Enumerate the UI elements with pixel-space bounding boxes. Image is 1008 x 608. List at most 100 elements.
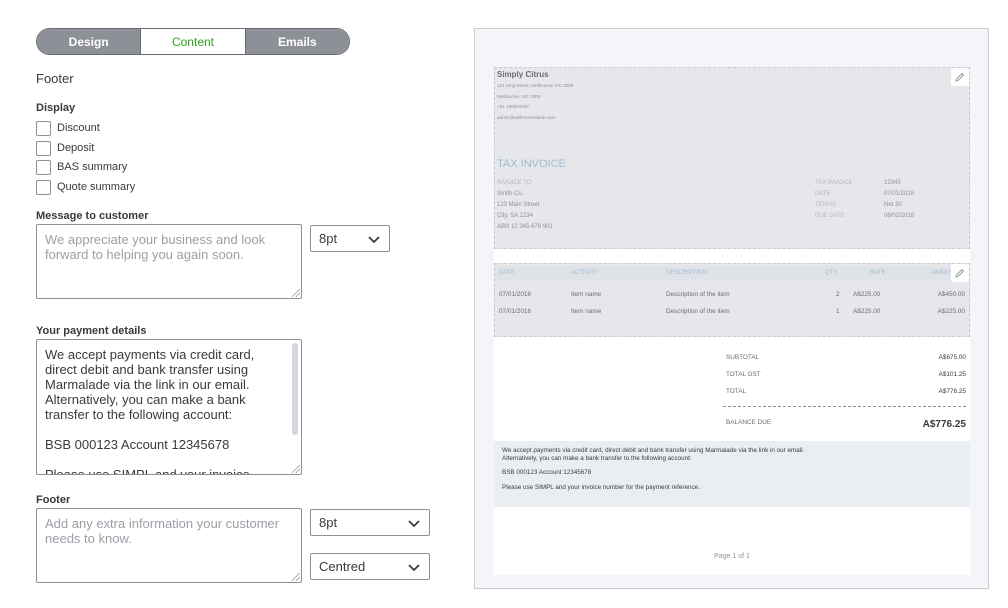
editor-tabs: Design Content Emails bbox=[36, 28, 350, 55]
payment-preview-line: We accept payments via credit card, dire… bbox=[502, 447, 805, 454]
total-row: TOTAL A$776.25 bbox=[726, 388, 966, 395]
bas-summary-label: BAS summary bbox=[57, 161, 128, 173]
invoice-header-block[interactable]: Simply Citrus 121 King Street, Melbourne… bbox=[494, 67, 970, 249]
message-placeholder: We appreciate your business and look for… bbox=[45, 232, 266, 262]
footer-alignment-select[interactable]: Centred bbox=[310, 553, 430, 580]
invoice-page: Simply Citrus 121 King Street, Melbourne… bbox=[494, 67, 970, 575]
payment-details-preview: We accept payments via credit card, dire… bbox=[494, 441, 970, 507]
quote-summary-checkbox[interactable] bbox=[36, 179, 51, 195]
company-email: admin@withmarmalade.com bbox=[497, 115, 556, 120]
payment-preview-line: BSB 000123 Account 12345678 bbox=[502, 469, 592, 476]
meta-value: 06/02/2018 bbox=[884, 213, 915, 219]
row-date: 07/01/2018 bbox=[499, 291, 531, 298]
discount-checkbox[interactable] bbox=[36, 120, 51, 136]
footer-label: Footer bbox=[36, 494, 71, 506]
bas-summary-option[interactable]: BAS summary bbox=[36, 159, 127, 175]
row-qty: 2 bbox=[836, 291, 840, 298]
pencil-icon[interactable] bbox=[951, 264, 969, 282]
line-items-header: DATE ACTIVITY DESCRIPTION QTY RATE AMOU bbox=[495, 266, 969, 280]
deposit-label: Deposit bbox=[57, 142, 95, 154]
subtotal-row: SUBTOTAL A$675.00 bbox=[726, 354, 966, 361]
quote-summary-label: Quote summary bbox=[57, 181, 136, 193]
meta-value: Net 30 bbox=[884, 202, 902, 208]
gst-row: TOTAL GST A$101.25 bbox=[726, 371, 966, 378]
company-name: Simply Citrus bbox=[497, 70, 549, 79]
meta-value: 12345 bbox=[884, 180, 901, 186]
column-header: QTY bbox=[825, 270, 838, 276]
invoice-to-line: Smith Co. bbox=[497, 191, 524, 197]
footer-font-size-value: 8pt bbox=[319, 515, 338, 530]
payment-label: Your payment details bbox=[36, 325, 147, 337]
meta-key: TAX INVOICE bbox=[815, 180, 853, 186]
payment-text-3: Please use SIMPL and your invoice bbox=[45, 467, 250, 475]
footer-textarea[interactable]: Add any extra information your customer … bbox=[36, 508, 302, 583]
section-title: Footer bbox=[36, 71, 74, 86]
row-description: Description of the item bbox=[666, 291, 730, 298]
payment-scrollbar[interactable] bbox=[292, 343, 298, 435]
balance-value: A$776.25 bbox=[922, 419, 966, 430]
meta-key: TERMS bbox=[815, 202, 836, 208]
chevron-down-icon bbox=[408, 520, 420, 528]
column-header: DESCRIPTION bbox=[666, 270, 708, 276]
discount-option[interactable]: Discount bbox=[36, 120, 100, 136]
company-phone: +61 438903797 bbox=[497, 104, 530, 109]
row-activity: Item name bbox=[571, 291, 602, 298]
message-font-size-value: 8pt bbox=[319, 231, 338, 246]
column-header: ACTIVITY bbox=[571, 270, 599, 276]
total-value: A$776.25 bbox=[938, 388, 966, 395]
row-rate: A$225.00 bbox=[853, 291, 881, 298]
resize-handle-icon[interactable] bbox=[292, 465, 300, 473]
chevron-down-icon bbox=[368, 236, 380, 244]
footer-placeholder: Add any extra information your customer … bbox=[45, 516, 280, 546]
row-amount: A$225.00 bbox=[937, 308, 965, 315]
company-address-line: Melbourne, VIC 3000 bbox=[497, 94, 541, 99]
footer-font-size-select[interactable]: 8pt bbox=[310, 509, 430, 536]
deposit-option[interactable]: Deposit bbox=[36, 140, 94, 156]
row-activity: Item name bbox=[571, 308, 602, 315]
payment-preview-line: Alternatively, you can make a bank trans… bbox=[502, 455, 692, 462]
gst-label: TOTAL GST bbox=[726, 371, 761, 378]
balance-label: BALANCE DUE bbox=[726, 419, 772, 426]
payment-text-1: We accept payments via credit card, dire… bbox=[45, 347, 255, 422]
resize-handle-icon[interactable] bbox=[292, 573, 300, 581]
tab-content[interactable]: Content bbox=[140, 29, 246, 54]
page-number: Page 1 of 1 bbox=[714, 553, 750, 560]
total-label: TOTAL bbox=[726, 388, 747, 395]
invoice-to-line: 123 Main Street bbox=[497, 202, 540, 208]
message-font-size-select[interactable]: 8pt bbox=[310, 225, 390, 252]
company-address-line: 121 King Street, Melbourne VIC 3000 bbox=[497, 83, 574, 88]
meta-key: DATE bbox=[815, 191, 831, 197]
message-textarea[interactable]: We appreciate your business and look for… bbox=[36, 224, 302, 299]
bas-summary-checkbox[interactable] bbox=[36, 159, 51, 175]
invoice-to-label: INVOICE TO bbox=[497, 180, 532, 186]
discount-label: Discount bbox=[57, 122, 100, 134]
gst-value: A$101.25 bbox=[938, 371, 966, 378]
column-header: DATE bbox=[499, 270, 515, 276]
column-header: AMOU bbox=[932, 270, 950, 276]
invoice-to-line: City, SA 1234 bbox=[497, 213, 533, 219]
payment-preview-line: Please use SIMPL and your invoice number… bbox=[502, 484, 700, 491]
meta-value: 07/01/2018 bbox=[884, 191, 915, 197]
meta-key: DUE DATE bbox=[815, 213, 845, 219]
tab-design[interactable]: Design bbox=[37, 29, 141, 54]
display-label: Display bbox=[36, 102, 76, 114]
invoice-title: TAX INVOICE bbox=[497, 158, 566, 170]
line-items-block[interactable]: DATE ACTIVITY DESCRIPTION QTY RATE AMOU … bbox=[494, 263, 970, 337]
invoice-preview: Simply Citrus 121 King Street, Melbourne… bbox=[474, 28, 989, 589]
tab-emails[interactable]: Emails bbox=[245, 29, 349, 54]
row-amount: A$450.00 bbox=[937, 291, 965, 298]
subtotal-value: A$675.00 bbox=[938, 354, 966, 361]
subtotal-label: SUBTOTAL bbox=[726, 354, 760, 361]
pencil-icon[interactable] bbox=[951, 68, 969, 86]
payment-textarea[interactable]: We accept payments via credit card, dire… bbox=[36, 339, 302, 475]
invoice-to-line: ABN 12 345 678 901 bbox=[497, 224, 553, 230]
deposit-checkbox[interactable] bbox=[36, 140, 51, 156]
row-description: Description of the item bbox=[666, 308, 730, 315]
quote-summary-option[interactable]: Quote summary bbox=[36, 179, 135, 195]
row-date: 07/01/2018 bbox=[499, 308, 531, 315]
row-qty: 1 bbox=[836, 308, 840, 315]
message-label: Message to customer bbox=[36, 210, 149, 222]
resize-handle-icon[interactable] bbox=[292, 289, 300, 297]
footer-alignment-value: Centred bbox=[319, 559, 366, 574]
chevron-down-icon bbox=[408, 564, 420, 572]
